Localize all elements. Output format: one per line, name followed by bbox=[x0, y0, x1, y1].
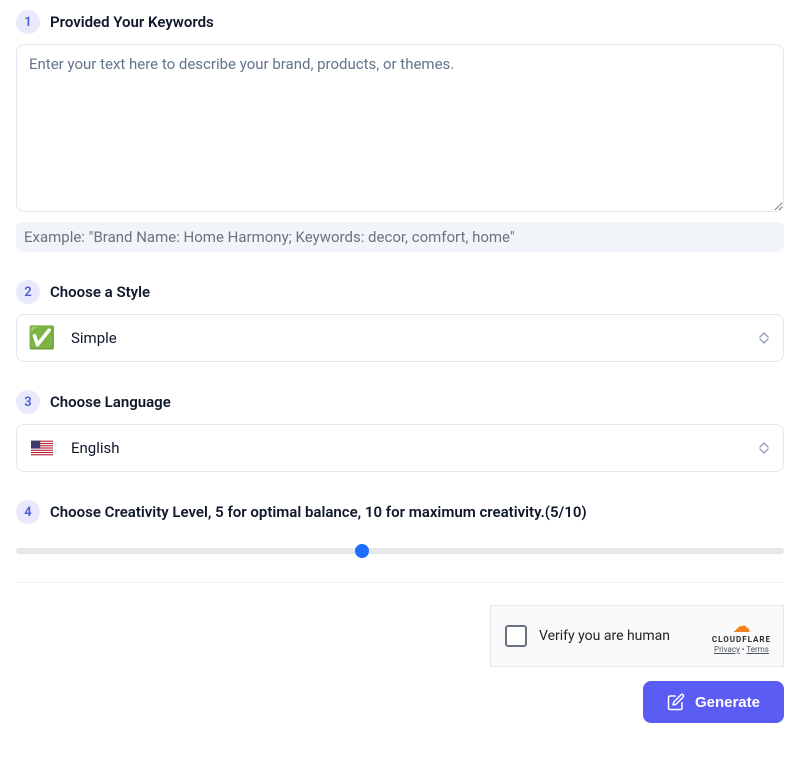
step-number-badge: 4 bbox=[16, 500, 40, 524]
checkmark-icon: ✅ bbox=[31, 327, 53, 349]
section-header: 1 Provided Your Keywords bbox=[16, 10, 784, 34]
cloudflare-logo-icon: ☁ CLOUDFLARE bbox=[712, 618, 771, 644]
captcha-label: Verify you are human bbox=[539, 628, 700, 644]
section-creativity: 4 Choose Creativity Level, 5 for optimal… bbox=[16, 500, 784, 554]
captcha-widget: Verify you are human ☁ CLOUDFLARE Privac… bbox=[490, 605, 784, 667]
section-title: Choose a Style bbox=[50, 283, 150, 301]
style-select[interactable]: ✅ Simple bbox=[16, 314, 784, 362]
section-title: Choose Language bbox=[50, 393, 171, 411]
keywords-example: Example: "Brand Name: Home Harmony; Keyw… bbox=[16, 222, 784, 252]
captcha-checkbox[interactable] bbox=[505, 625, 527, 647]
example-text: "Brand Name: Home Harmony; Keywords: dec… bbox=[85, 228, 515, 246]
captcha-links: Privacy • Terms bbox=[714, 645, 769, 654]
edit-icon bbox=[667, 693, 685, 711]
section-header: 4 Choose Creativity Level, 5 for optimal… bbox=[16, 500, 784, 524]
section-language: 3 Choose Language English bbox=[16, 390, 784, 472]
section-header: 2 Choose a Style bbox=[16, 280, 784, 304]
step-number-badge: 1 bbox=[16, 10, 40, 34]
generate-button[interactable]: Generate bbox=[643, 681, 784, 723]
privacy-link[interactable]: Privacy bbox=[714, 645, 740, 654]
creativity-slider[interactable] bbox=[16, 548, 784, 554]
section-keywords: 1 Provided Your Keywords Example: "Brand… bbox=[16, 10, 784, 252]
language-select[interactable]: English bbox=[16, 424, 784, 472]
example-prefix: Example: bbox=[24, 228, 85, 246]
chevron-up-down-icon bbox=[759, 442, 769, 454]
section-header: 3 Choose Language bbox=[16, 390, 784, 414]
captcha-brand: ☁ CLOUDFLARE Privacy • Terms bbox=[712, 618, 771, 654]
keywords-textarea[interactable] bbox=[16, 44, 784, 212]
section-title: Provided Your Keywords bbox=[50, 13, 214, 31]
footer: Verify you are human ☁ CLOUDFLARE Privac… bbox=[16, 582, 784, 723]
slider-thumb[interactable] bbox=[355, 544, 369, 558]
style-selected-label: Simple bbox=[71, 329, 117, 347]
section-title: Choose Creativity Level, 5 for optimal b… bbox=[50, 503, 587, 521]
generate-button-label: Generate bbox=[695, 694, 760, 711]
chevron-up-down-icon bbox=[759, 332, 769, 344]
step-number-badge: 3 bbox=[16, 390, 40, 414]
us-flag-icon bbox=[31, 437, 53, 459]
select-content: English bbox=[31, 437, 120, 459]
section-style: 2 Choose a Style ✅ Simple bbox=[16, 280, 784, 362]
terms-link[interactable]: Terms bbox=[746, 645, 768, 654]
select-content: ✅ Simple bbox=[31, 327, 117, 349]
step-number-badge: 2 bbox=[16, 280, 40, 304]
language-selected-label: English bbox=[71, 439, 120, 457]
